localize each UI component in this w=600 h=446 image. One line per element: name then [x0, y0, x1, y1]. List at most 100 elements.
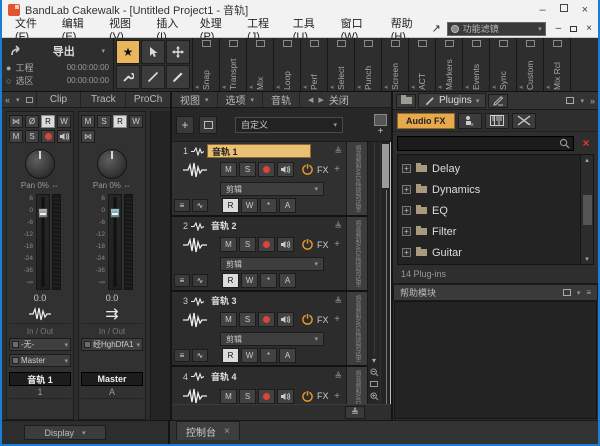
volume-fader[interactable]: 60-6-12-18-24-36-∞	[81, 194, 143, 290]
add-fx-button[interactable]: +	[334, 314, 340, 325]
midi-fx-button[interactable]	[512, 113, 536, 129]
tab-console[interactable]: 控制台 ×	[176, 421, 240, 440]
module-punch[interactable]: Punch◂	[355, 38, 382, 91]
tree-item-filter[interactable]: +Filter	[402, 221, 580, 242]
expand-arrow-icon[interactable]: ↗	[432, 22, 441, 35]
track-name[interactable]: 音轨 3	[207, 294, 331, 308]
input-echo-button[interactable]	[57, 130, 71, 143]
track-row[interactable]: 4 音轨 4 ≜ M S	[172, 367, 367, 404]
mdi-close-button[interactable]: ×	[586, 23, 592, 34]
input-dropdown[interactable]: -无-▾	[9, 338, 71, 351]
solo-button[interactable]: S	[239, 312, 256, 327]
module-custom[interactable]: Custom◂	[517, 38, 544, 91]
tree-item-guitar[interactable]: +Guitar	[402, 242, 580, 263]
phase-button[interactable]: Ø	[25, 115, 39, 128]
collapse-icon[interactable]: «	[2, 95, 13, 105]
input-echo-button[interactable]	[277, 237, 294, 252]
record-arm-button[interactable]	[41, 130, 55, 143]
zoom-handle[interactable]	[374, 114, 387, 126]
write-automation-button[interactable]: W	[129, 115, 143, 128]
move-tool-button[interactable]	[166, 40, 190, 64]
tab-track[interactable]: Track	[80, 92, 125, 107]
module-screen[interactable]: Screen◂	[382, 38, 409, 91]
plugin-search-input[interactable]	[397, 136, 574, 151]
output-dropdown[interactable]: Master▾	[9, 354, 71, 367]
scroll-down-icon[interactable]: ▾	[372, 356, 376, 368]
module-snap[interactable]: Snap◂	[193, 38, 220, 91]
maximize-button[interactable]	[560, 4, 568, 12]
solo-button[interactable]: S	[239, 162, 256, 177]
tree-item-dynamics[interactable]: +Dynamics	[402, 179, 580, 200]
automation-button[interactable]: ∿	[192, 199, 208, 212]
chevron-down-icon[interactable]: ▾	[580, 97, 584, 105]
track-row[interactable]: 3 音轨 3 ≜ M S	[172, 292, 367, 367]
fx-bin[interactable]: FX	[302, 391, 332, 402]
archive-button[interactable]: A	[279, 348, 296, 363]
comp-view-button[interactable]: ≡	[174, 349, 190, 362]
tree-item-eq[interactable]: +EQ	[402, 200, 580, 221]
restore-strip-icon[interactable]: ≜	[334, 371, 342, 382]
comp-view-button[interactable]: ≡	[174, 199, 190, 212]
fx-bin[interactable]: FX	[302, 164, 332, 175]
scroll-up-icon[interactable]: ▴	[585, 156, 589, 164]
time-project-row[interactable]: ● 工程 00:00:00:00	[6, 61, 109, 74]
options-menu[interactable]: 选项▾	[218, 92, 264, 107]
tree-scrollbar[interactable]: ▴ ▾	[580, 155, 593, 264]
fx-chains-button[interactable]: x	[458, 113, 482, 129]
read-automation-button[interactable]: R	[222, 348, 239, 363]
record-arm-button[interactable]	[258, 389, 275, 404]
media-browser-button[interactable]	[396, 94, 416, 108]
duplicate-window-button[interactable]	[199, 116, 217, 134]
scroll-down-icon[interactable]: ▾	[585, 255, 589, 263]
export-button[interactable]: 导出 ▾	[6, 41, 109, 61]
volume-fader[interactable]: 60-6-12-18-24-36-∞	[9, 194, 71, 290]
record-arm-button[interactable]	[258, 237, 275, 252]
time-selection-row[interactable]: ○ 选区 00:00:00:00	[6, 74, 109, 87]
clips-drop-zone[interactable]: 将音频和MIDI拖放到这里	[346, 142, 367, 215]
vertical-scrollbar[interactable]	[380, 142, 391, 404]
write-automation-button[interactable]: W	[241, 348, 258, 363]
close-tab-icon[interactable]: ×	[224, 426, 230, 437]
mute-button[interactable]: M	[9, 130, 23, 143]
mute-button[interactable]: M	[220, 162, 237, 177]
solo-button[interactable]: S	[97, 115, 111, 128]
dock-icon[interactable]	[566, 97, 574, 104]
mute-button[interactable]: M	[220, 237, 237, 252]
mute-button[interactable]: M	[81, 115, 95, 128]
module-perf[interactable]: Perf◂	[301, 38, 328, 91]
add-fx-button[interactable]: +	[334, 391, 340, 402]
fx-bin[interactable]: FX	[302, 314, 332, 325]
automation-button[interactable]: ∿	[192, 274, 208, 287]
mdi-restore-button[interactable]	[570, 26, 577, 32]
close-button[interactable]: ×	[582, 4, 588, 16]
view-menu[interactable]: 视图▾	[172, 92, 218, 107]
pan-knob[interactable]	[97, 149, 127, 179]
add-fx-button[interactable]: +	[334, 239, 340, 250]
draw-line-tool-button[interactable]	[141, 65, 165, 89]
restore-strip-icon[interactable]: ≜	[334, 296, 342, 307]
freeze-button[interactable]: *	[260, 273, 277, 288]
write-automation-button[interactable]: W	[241, 273, 258, 288]
module-events[interactable]: Events◂	[463, 38, 490, 91]
track-name-edit[interactable]: 音轨 1	[207, 144, 311, 158]
add-fx-button[interactable]: +	[334, 164, 340, 175]
restore-strip-icon[interactable]: ≜	[334, 146, 342, 157]
expand-icon[interactable]: +	[402, 164, 411, 173]
automation-button[interactable]: ∿	[192, 349, 208, 362]
input-echo-button[interactable]	[277, 162, 294, 177]
mute-button[interactable]: M	[220, 389, 237, 404]
expand-tracks-button[interactable]: +	[378, 128, 384, 136]
track-name-box[interactable]: 音轨 1	[9, 372, 71, 386]
clear-search-button[interactable]: ×	[578, 136, 594, 150]
expand-icon[interactable]: +	[402, 185, 411, 194]
instruments-button[interactable]	[485, 113, 509, 129]
input-echo-button[interactable]	[277, 389, 294, 404]
scrollbar-thumb[interactable]	[583, 195, 592, 225]
audio-fx-filter-button[interactable]: Audio FX	[397, 113, 455, 129]
freeze-button[interactable]: *	[260, 348, 277, 363]
interleave-button[interactable]: ⋈	[9, 115, 23, 128]
module-mixrecall[interactable]: Mix Rcl◂	[544, 38, 571, 91]
clip-display-dropdown[interactable]: 剪辑▾	[220, 182, 324, 196]
zoom-fader-icon[interactable]	[370, 380, 378, 392]
fx-bin[interactable]: FX	[302, 239, 332, 250]
